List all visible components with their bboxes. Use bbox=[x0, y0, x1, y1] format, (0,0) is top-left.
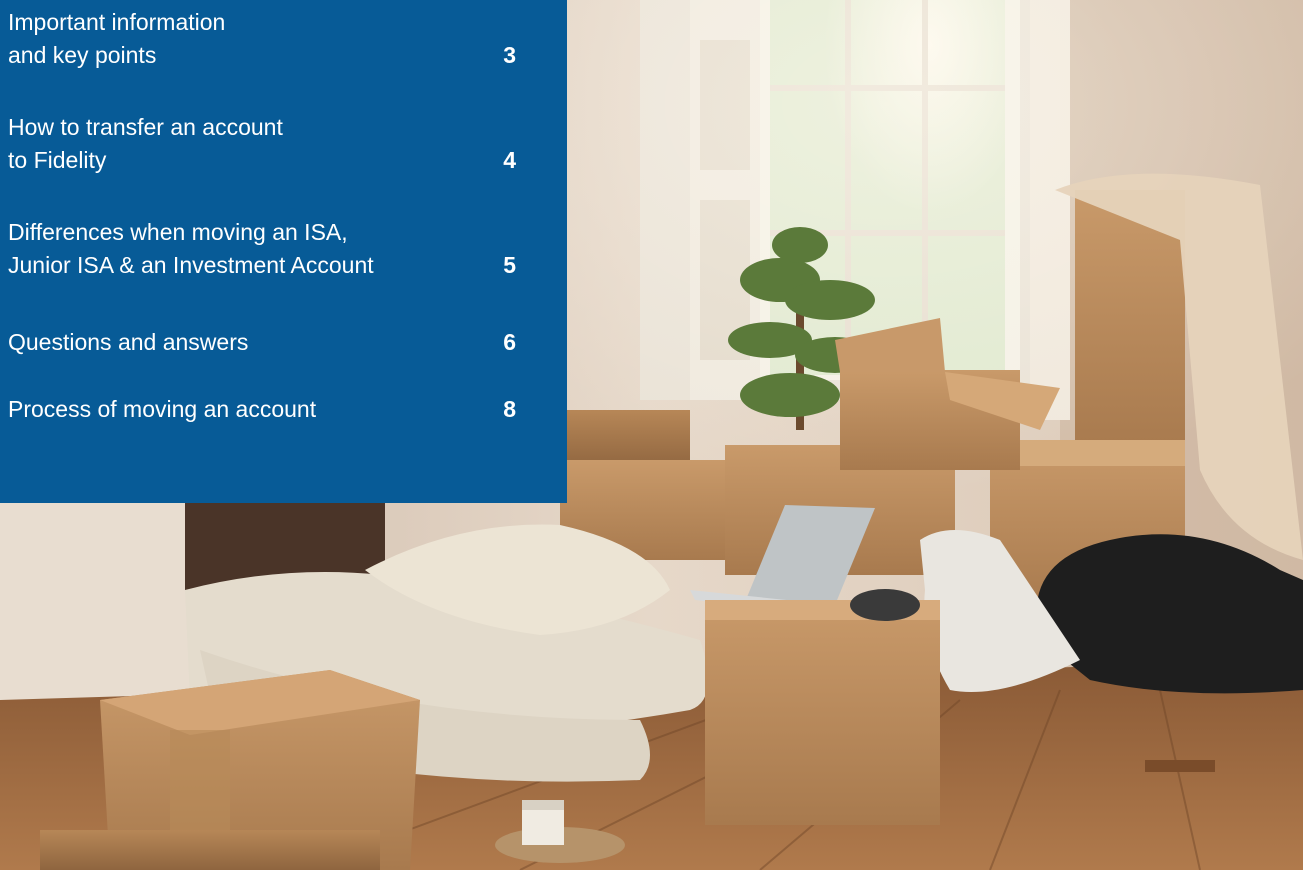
toc-item-label-line: Junior ISA & an Investment Account bbox=[8, 252, 374, 278]
toc-page-number: 4 bbox=[503, 147, 516, 173]
toc-item-differences[interactable]: Differences when moving an ISA, Junior I… bbox=[8, 216, 522, 282]
toc-page-number: 3 bbox=[503, 42, 516, 68]
toc-item-label: Questions and answers bbox=[8, 326, 488, 359]
toc-item-label-line: How to transfer an account bbox=[8, 114, 283, 140]
toc-item-label-line: and key points bbox=[8, 42, 157, 68]
toc-item-label: How to transfer an account to Fidelity bbox=[8, 111, 488, 177]
toc-item-label-line: Questions and answers bbox=[8, 329, 249, 355]
toc-item-label-line: to Fidelity bbox=[8, 147, 107, 173]
toc-item-label-line: Important information bbox=[8, 9, 226, 35]
toc-item-label-line: Process of moving an account bbox=[8, 396, 317, 422]
toc-page-number: 8 bbox=[503, 396, 516, 422]
toc-item-label: Differences when moving an ISA, Junior I… bbox=[8, 216, 488, 282]
toc-item-label: Important information and key points bbox=[8, 6, 488, 72]
toc-item-label: Process of moving an account bbox=[8, 393, 488, 426]
brochure-contents-page: Important information and key points 3 H… bbox=[0, 0, 1303, 870]
toc-item-questions-and-answers[interactable]: Questions and answers 6 bbox=[8, 326, 522, 359]
toc-item-important-information[interactable]: Important information and key points 3 bbox=[8, 6, 522, 72]
toc-item-label-line: Differences when moving an ISA, bbox=[8, 219, 348, 245]
contents-panel: Important information and key points 3 H… bbox=[0, 0, 567, 503]
toc-item-how-to-transfer[interactable]: How to transfer an account to Fidelity 4 bbox=[8, 111, 522, 177]
toc-page-number: 5 bbox=[503, 252, 516, 278]
toc-page-number: 6 bbox=[503, 329, 516, 355]
toc-item-process-of-moving[interactable]: Process of moving an account 8 bbox=[8, 393, 522, 426]
